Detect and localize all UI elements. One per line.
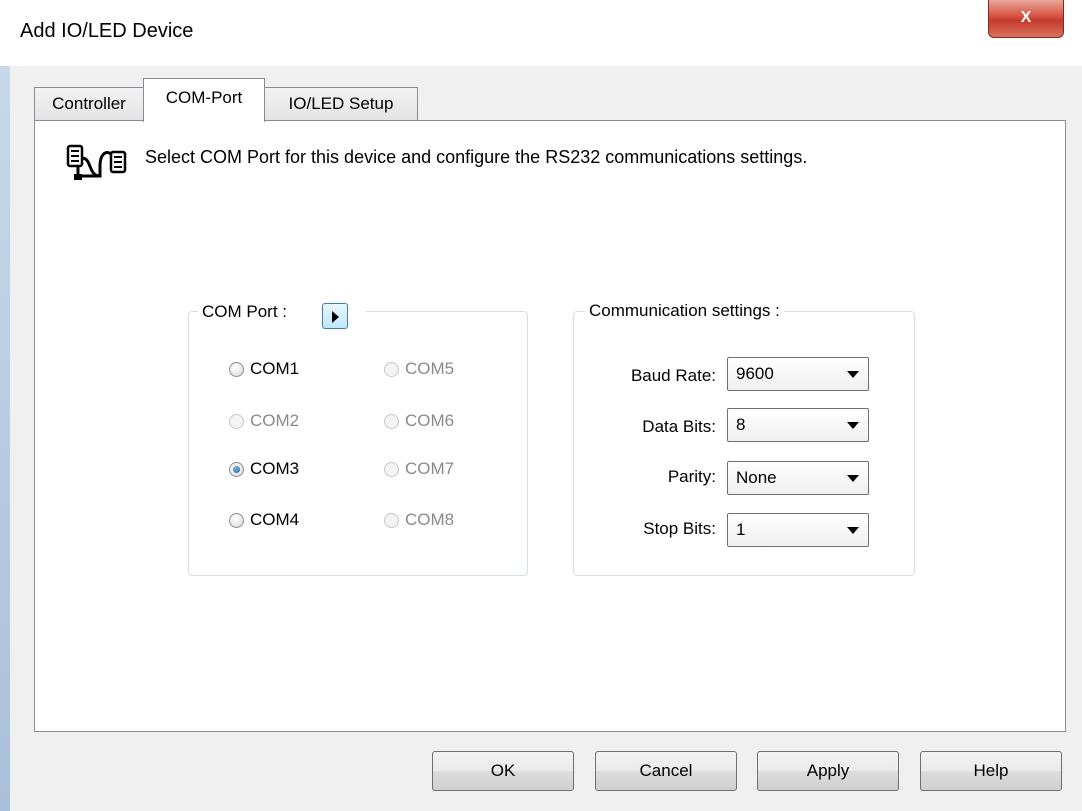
chevron-down-icon: [847, 371, 859, 378]
radio-com1[interactable]: COM1: [229, 358, 299, 380]
parity-select[interactable]: None: [727, 461, 869, 495]
chevron-down-icon: [847, 527, 859, 534]
header-description: Select COM Port for this device and conf…: [145, 147, 808, 167]
title-bar: Add IO/LED Device X: [0, 0, 1082, 66]
serial-port-icon: [66, 144, 127, 180]
chevron-down-icon: [847, 422, 859, 429]
radio-button-icon: [384, 512, 399, 528]
radio-button-icon: [229, 512, 244, 528]
tab-controller[interactable]: Controller: [34, 87, 144, 121]
radio-com6[interactable]: COM6: [384, 410, 454, 432]
tab-io-led-setup-label: IO/LED Setup: [288, 94, 394, 113]
tab-com-port[interactable]: COM-Port: [143, 78, 265, 122]
radio-com5[interactable]: COM5: [384, 358, 454, 380]
baud-rate-value: 9600: [736, 364, 774, 383]
radio-label: COM1: [250, 359, 300, 378]
com-port-scan-button[interactable]: [322, 303, 348, 329]
communication-settings-legend: Communication settings :: [585, 301, 784, 321]
chevron-down-icon: [847, 475, 859, 482]
radio-label: COM7: [405, 459, 455, 478]
tab-io-led-setup[interactable]: IO/LED Setup: [264, 87, 418, 121]
com-port-group: [188, 311, 528, 576]
radio-button-icon: [384, 461, 399, 477]
data-bits-select[interactable]: 8: [727, 408, 869, 442]
radio-com8[interactable]: COM8: [384, 509, 454, 531]
svg-text:X: X: [1021, 9, 1032, 26]
apply-button-label: Apply: [806, 761, 850, 780]
radio-com3[interactable]: COM3: [229, 458, 299, 480]
stop-bits-value: 1: [736, 520, 746, 539]
apply-button[interactable]: Apply: [757, 751, 899, 791]
radio-label: COM3: [250, 459, 300, 478]
play-arrow-icon: [332, 311, 339, 323]
close-icon: X: [1021, 9, 1032, 26]
dialog-window: Add IO/LED Device X Controller COM-Port …: [0, 0, 1082, 811]
data-bits-label: Data Bits:: [642, 417, 716, 436]
radio-com7[interactable]: COM7: [384, 458, 454, 480]
tab-com-port-label: COM-Port: [165, 88, 243, 107]
radio-com4[interactable]: COM4: [229, 509, 299, 531]
stop-bits-label: Stop Bits:: [643, 519, 716, 538]
ok-button-label: OK: [490, 761, 516, 780]
radio-label: COM2: [250, 411, 300, 430]
baud-rate-label: Baud Rate:: [630, 366, 716, 385]
radio-label: COM4: [250, 510, 300, 529]
tab-controller-label: Controller: [52, 94, 126, 113]
close-button[interactable]: X: [988, 0, 1064, 38]
radio-button-icon: [384, 413, 399, 429]
cancel-button-label: Cancel: [639, 761, 693, 780]
baud-rate-select[interactable]: 9600: [727, 357, 869, 391]
window-title: Add IO/LED Device: [20, 20, 194, 42]
cancel-button[interactable]: Cancel: [595, 751, 737, 791]
ok-button[interactable]: OK: [432, 751, 574, 791]
radio-label: COM8: [405, 510, 455, 529]
radio-button-icon: [229, 461, 244, 477]
radio-button-icon: [384, 361, 399, 377]
radio-button-icon: [229, 361, 244, 377]
data-bits-value: 8: [736, 415, 746, 434]
help-button[interactable]: Help: [920, 751, 1062, 791]
radio-com2[interactable]: COM2: [229, 410, 299, 432]
window-frame-left: [0, 0, 10, 811]
radio-label: COM6: [405, 411, 455, 430]
radio-label: COM5: [405, 359, 455, 378]
parity-label: Parity:: [667, 467, 716, 486]
radio-button-icon: [229, 413, 244, 429]
help-button-label: Help: [973, 761, 1009, 780]
stop-bits-select[interactable]: 1: [727, 513, 869, 547]
parity-value: None: [736, 468, 777, 487]
